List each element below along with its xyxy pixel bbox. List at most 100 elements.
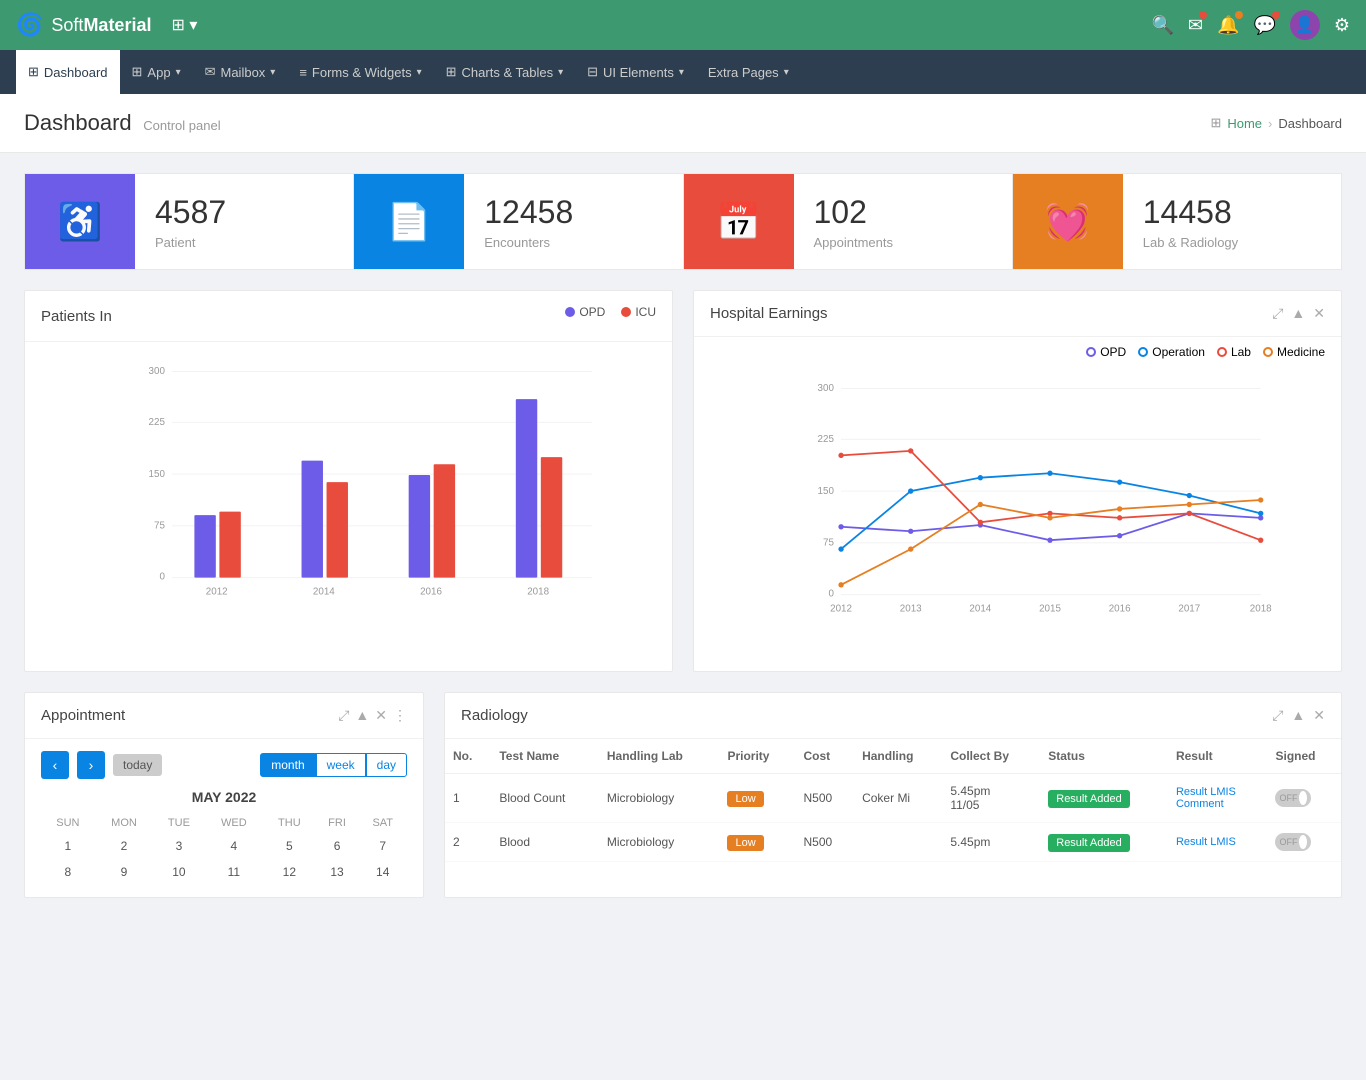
- comment-link-row1[interactable]: Comment: [1176, 798, 1260, 810]
- cal-day[interactable]: 14: [358, 859, 407, 885]
- cal-week-2: 8 9 10 11 12 13 14: [41, 859, 407, 885]
- patients-chart-header: Patients In OPD ICU: [25, 291, 672, 342]
- charts-dropdown-arrow: ▾: [558, 67, 563, 78]
- brand-logo[interactable]: 🌀 SoftMaterial: [16, 12, 151, 38]
- cal-fri: FRI: [316, 813, 359, 833]
- nav-extra-pages[interactable]: Extra Pages ▾: [696, 50, 801, 94]
- cal-next-button[interactable]: ›: [77, 751, 105, 779]
- mail-icon[interactable]: ✉: [1188, 15, 1203, 36]
- appt-collapse-icon[interactable]: ▲: [355, 707, 369, 724]
- charts-row: Patients In OPD ICU 300: [24, 290, 1342, 672]
- row1-collect-by: 5.45pm11/05: [942, 774, 1040, 823]
- radiology-close-icon[interactable]: ✕: [1313, 707, 1325, 724]
- nav-app[interactable]: ⊞ App ▾: [120, 50, 193, 94]
- row1-status: Result Added: [1040, 774, 1168, 823]
- col-collect-by: Collect By: [942, 739, 1040, 774]
- opd-legend-label: OPD: [579, 305, 605, 319]
- line-chart-area: 300 225 150 75 0 2012 20: [710, 375, 1325, 655]
- legend-lab: Lab: [1217, 345, 1251, 359]
- nav-mailbox[interactable]: ✉ Mailbox ▾: [193, 50, 288, 94]
- svg-text:2015: 2015: [1039, 604, 1061, 615]
- nav-dashboard[interactable]: ⊞ Dashboard: [16, 50, 120, 94]
- cal-day[interactable]: 4: [205, 833, 264, 859]
- appointments-label: Appointments: [814, 235, 894, 250]
- grid-icon[interactable]: ⊞ ▾: [171, 15, 197, 35]
- row1-no: 1: [445, 774, 491, 823]
- appt-resize-icon[interactable]: ⤢: [338, 707, 349, 724]
- row1-cost: N500: [796, 774, 855, 823]
- cal-week-1: 1 2 3 4 5 6 7: [41, 833, 407, 859]
- patients-chart-title: Patients In: [41, 308, 112, 325]
- toggle-row2[interactable]: OFF: [1275, 833, 1311, 851]
- cal-day[interactable]: 7: [358, 833, 407, 859]
- appt-menu-icon[interactable]: ⋮: [393, 707, 407, 724]
- cal-day[interactable]: 8: [41, 859, 95, 885]
- encounters-count: 12458: [484, 194, 573, 231]
- cal-day[interactable]: 12: [263, 859, 316, 885]
- cal-day[interactable]: 2: [95, 833, 154, 859]
- cal-week-button[interactable]: week: [316, 753, 366, 777]
- result-link-row1[interactable]: Result LMIS: [1176, 786, 1260, 798]
- row2-no: 2: [445, 823, 491, 862]
- bell-icon[interactable]: 🔔: [1217, 15, 1239, 36]
- radiology-resize-icon[interactable]: ⤢: [1272, 707, 1283, 724]
- cal-day[interactable]: 1: [41, 833, 95, 859]
- earnings-chart-panel: Hospital Earnings ⤢ ▲ ✕ OPD Operation: [693, 290, 1342, 672]
- earnings-resize-icon[interactable]: ⤢: [1272, 305, 1283, 322]
- calendar-header-row: SUN MON TUE WED THU FRI SAT: [41, 813, 407, 833]
- chat-icon[interactable]: 💬: [1253, 15, 1275, 36]
- cal-sun: SUN: [41, 813, 95, 833]
- radiology-body: No. Test Name Handling Lab Priority Cost…: [445, 739, 1341, 862]
- cal-day[interactable]: 13: [316, 859, 359, 885]
- status-badge-row1: Result Added: [1048, 790, 1129, 808]
- legend-icu: ICU: [621, 305, 656, 319]
- encounters-info: 12458 Encounters: [464, 178, 593, 266]
- cal-day[interactable]: 10: [153, 859, 204, 885]
- svg-text:2018: 2018: [527, 587, 549, 598]
- nav-charts-tables[interactable]: ⊞ Charts & Tables ▾: [434, 50, 575, 94]
- earnings-chart-header: Hospital Earnings ⤢ ▲ ✕: [694, 291, 1341, 337]
- breadcrumb-separator: ›: [1268, 116, 1272, 131]
- cal-day[interactable]: 6: [316, 833, 359, 859]
- row2-handling-lab: Microbiology: [599, 823, 720, 862]
- opd-e-label: OPD: [1100, 345, 1126, 359]
- lab-icon: 💓: [1013, 174, 1123, 269]
- nav-ui-elements[interactable]: ⊟ UI Elements ▾: [575, 50, 696, 94]
- breadcrumb-home[interactable]: Home: [1227, 116, 1262, 131]
- operation-label: Operation: [1152, 345, 1205, 359]
- row2-test-name: Blood: [491, 823, 599, 862]
- col-result: Result: [1168, 739, 1268, 774]
- lab-info: 14458 Lab & Radiology: [1123, 178, 1258, 266]
- svg-text:2014: 2014: [313, 587, 335, 598]
- brand-icon: 🌀: [16, 12, 43, 38]
- radiology-collapse-icon[interactable]: ▲: [1291, 707, 1305, 724]
- col-handling: Handling: [854, 739, 942, 774]
- earnings-close-icon[interactable]: ✕: [1313, 305, 1325, 322]
- row1-result: Result LMIS Comment: [1168, 774, 1268, 823]
- cal-month-button[interactable]: month: [260, 753, 315, 777]
- cal-mon: MON: [95, 813, 154, 833]
- col-cost: Cost: [796, 739, 855, 774]
- cal-day[interactable]: 5: [263, 833, 316, 859]
- cal-day[interactable]: 3: [153, 833, 204, 859]
- legend-opd: OPD: [565, 305, 605, 319]
- page-content: ♿ 4587 Patient 📄 12458 Encounters 📅 102 …: [0, 153, 1366, 918]
- avatar[interactable]: 👤: [1290, 10, 1320, 40]
- result-link-row2[interactable]: Result LMIS: [1176, 836, 1260, 848]
- appt-close-icon[interactable]: ✕: [375, 707, 387, 724]
- toggle-row1[interactable]: OFF: [1275, 789, 1311, 807]
- settings-icon[interactable]: ⚙: [1334, 15, 1350, 36]
- cal-prev-button[interactable]: ‹: [41, 751, 69, 779]
- search-icon[interactable]: 🔍: [1152, 15, 1174, 36]
- app-icon: ⊞: [132, 64, 143, 80]
- earnings-collapse-icon[interactable]: ▲: [1291, 305, 1305, 322]
- cal-today-button[interactable]: today: [113, 754, 162, 776]
- row2-result: Result LMIS: [1168, 823, 1268, 862]
- operation-dot: [1138, 347, 1148, 357]
- cal-day-button[interactable]: day: [366, 753, 407, 777]
- cal-day[interactable]: 9: [95, 859, 154, 885]
- nav-forms-widgets[interactable]: ≡ Forms & Widgets ▾: [287, 50, 433, 94]
- cal-day[interactable]: 11: [205, 859, 264, 885]
- priority-badge-row1: Low: [727, 791, 763, 807]
- radiology-title: Radiology: [461, 707, 528, 724]
